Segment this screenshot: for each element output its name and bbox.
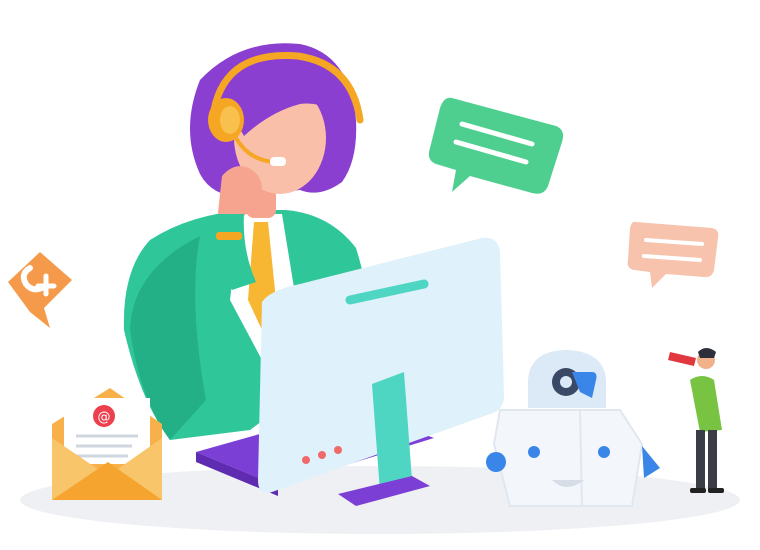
orange-chat-bubble-icon [8, 252, 72, 328]
telescope-person-illustration [668, 348, 724, 493]
green-chat-bubble-icon [428, 97, 564, 194]
robot-icon [486, 350, 660, 507]
customer-support-illustration: @ [0, 0, 760, 550]
peach-chat-bubble-icon [627, 221, 719, 288]
illustration-canvas: @ [8, 43, 740, 534]
svg-text:@: @ [98, 410, 111, 425]
email-envelope-icon: @ [52, 388, 162, 500]
